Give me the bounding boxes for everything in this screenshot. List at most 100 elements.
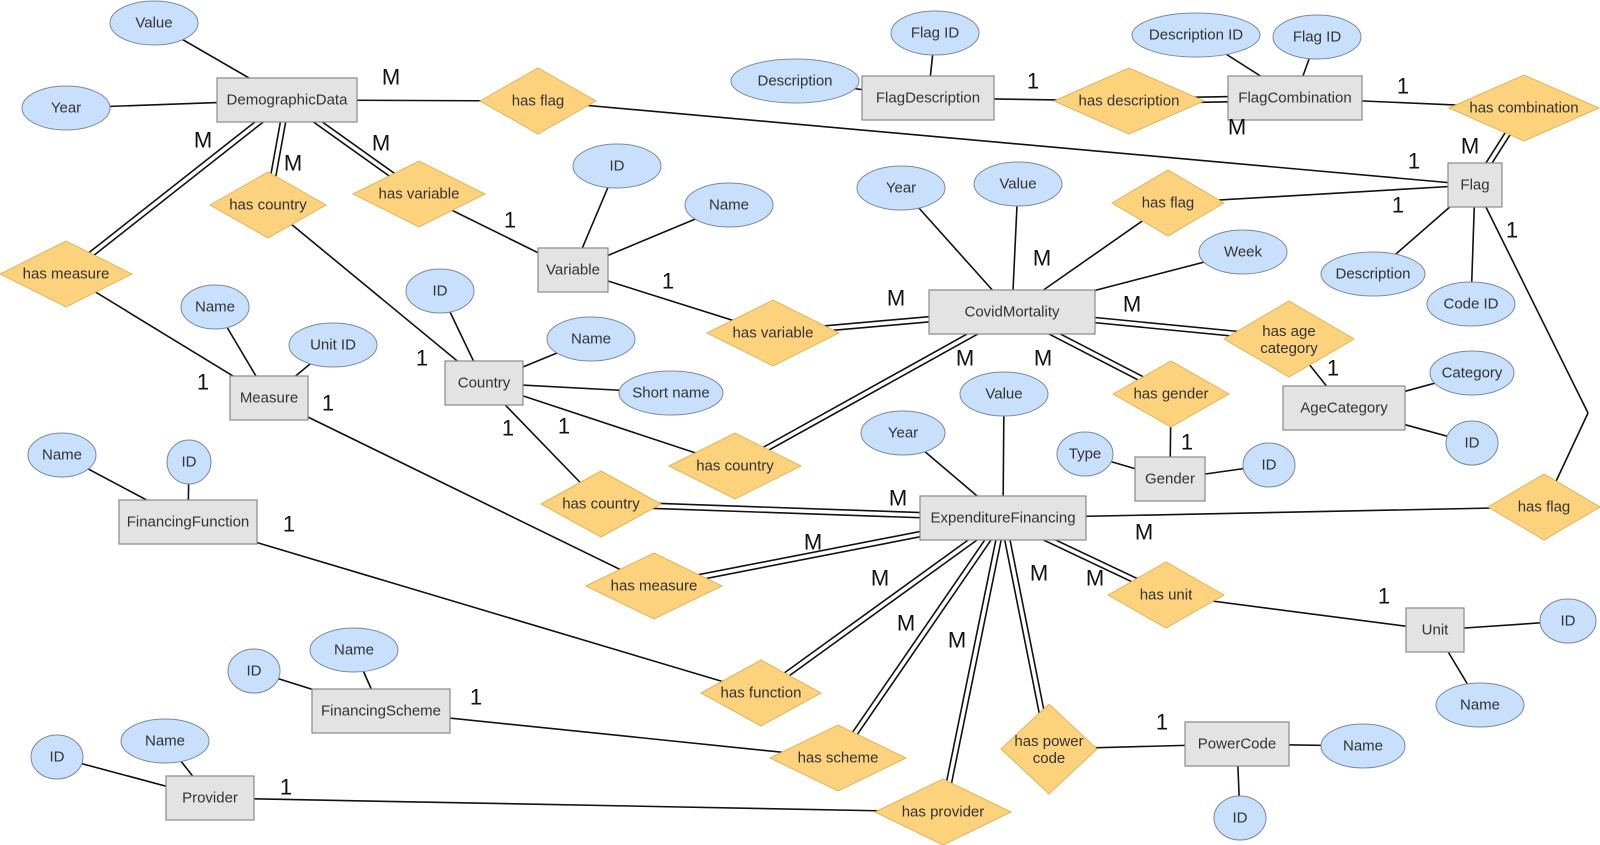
attribute-var-name[interactable]: Name (684, 182, 774, 228)
attribute-label: ID (50, 749, 65, 766)
attribute-un-name[interactable]: Name (1435, 682, 1525, 728)
attribute-label: Description (1335, 266, 1410, 283)
entity-agecategory[interactable]: AgeCategory (1282, 385, 1406, 431)
relationship-r-ef-country[interactable]: has country (539, 470, 663, 538)
attribute-ef-value[interactable]: Value (959, 371, 1049, 417)
entity-label: Variable (546, 262, 600, 279)
relationship-r-ef-flag[interactable]: has flag (1487, 473, 1600, 541)
relationship-label: has country (696, 458, 774, 475)
entity-unit[interactable]: Unit (1405, 607, 1465, 653)
attribute-un-id[interactable]: ID (1539, 598, 1597, 644)
entity-flag[interactable]: Flag (1447, 162, 1503, 208)
attribute-label: Name (1460, 697, 1500, 714)
relationship-label: has country (229, 197, 307, 214)
attribute-co-short[interactable]: Short name (618, 370, 724, 416)
cardinality-label: 1 (280, 775, 292, 800)
attribute-label: ID (1262, 457, 1277, 474)
relationship-edge-many (759, 515, 1005, 696)
relationship-label: has flag (1142, 195, 1195, 212)
cardinality-label: M (948, 628, 966, 653)
attribute-cm-year[interactable]: Year (856, 165, 946, 211)
entity-label: Unit (1422, 622, 1450, 639)
entity-flagdescription[interactable]: FlagDescription (861, 75, 995, 121)
entity-financingfunction[interactable]: FinancingFunction (118, 499, 258, 545)
attribute-ac-id[interactable]: ID (1445, 420, 1499, 466)
attribute-fs-name[interactable]: Name (309, 627, 399, 673)
entity-financingscheme[interactable]: FinancingScheme (311, 688, 451, 734)
attribute-label: Category (1442, 365, 1503, 382)
cardinality-label: 1 (1392, 193, 1404, 218)
attribute-ff-id[interactable]: ID (166, 439, 212, 485)
entity-powercode[interactable]: PowerCode (1184, 721, 1290, 767)
attribute-co-id[interactable]: ID (405, 268, 475, 314)
entity-expenditurefinancing[interactable]: ExpenditureFinancing (919, 495, 1087, 541)
cardinality-label: 1 (197, 370, 209, 395)
attribute-fc-flagid[interactable]: Flag ID (1272, 14, 1362, 60)
attribute-cm-week[interactable]: Week (1198, 229, 1288, 275)
relationship-label: has provider (902, 804, 985, 821)
attribute-ge-type[interactable]: Type (1056, 431, 1114, 477)
attribute-label: ID (182, 454, 197, 471)
entity-demographicdata[interactable]: DemographicData (216, 77, 358, 123)
attribute-fd-flagid[interactable]: Flag ID (890, 10, 980, 56)
attribute-fc-descid[interactable]: Description ID (1131, 12, 1261, 58)
cardinality-label: 1 (283, 512, 295, 537)
relationship-label: has variable (379, 186, 460, 203)
entity-label: CovidMortality (964, 304, 1060, 321)
entity-flagcombination[interactable]: FlagCombination (1227, 75, 1363, 121)
attribute-pc-name[interactable]: Name (1320, 723, 1406, 769)
entity-provider[interactable]: Provider (165, 775, 255, 821)
attribute-var-id[interactable]: ID (572, 143, 662, 189)
relationship-label: has scheme (798, 750, 879, 767)
cardinality-label: 1 (1397, 74, 1409, 99)
attribute-dd-year[interactable]: Year (21, 85, 111, 131)
attribute-fs-id[interactable]: ID (227, 648, 281, 694)
relationship-r-cm-flag[interactable]: has flag (1111, 169, 1225, 237)
attribute-fl-desc[interactable]: Description (1320, 251, 1426, 297)
entity-covidmortality[interactable]: CovidMortality (928, 289, 1096, 335)
relationship-r-ef-provider[interactable]: has provider (873, 778, 1013, 845)
cardinality-label: 1 (558, 414, 570, 439)
attribute-dd-value[interactable]: Value (109, 0, 199, 46)
relationship-r-dd-country[interactable]: has country (208, 171, 328, 239)
entity-gender[interactable]: Gender (1134, 456, 1206, 502)
relationship-edge-many (835, 516, 1006, 760)
attribute-ac-cat[interactable]: Category (1429, 350, 1515, 396)
relationship-r-fc-desc[interactable]: has description (1052, 67, 1206, 135)
cardinality-label: M (956, 346, 974, 371)
relationship-r-ef-unit[interactable]: has unit (1106, 561, 1226, 629)
cardinality-label: M (871, 566, 889, 591)
relationship-r-dd-measure[interactable]: has measure (0, 240, 134, 308)
relationship-r-cm-variable[interactable]: has variable (705, 299, 841, 367)
entity-variable[interactable]: Variable (537, 247, 609, 293)
entity-measure[interactable]: Measure (229, 375, 309, 421)
attribute-fd-desc[interactable]: Description (730, 58, 860, 104)
attribute-me-unitid[interactable]: Unit ID (288, 322, 378, 368)
relationship-label: has variable (733, 325, 814, 342)
attribute-pr-name[interactable]: Name (120, 718, 210, 764)
attribute-cm-value[interactable]: Value (973, 161, 1063, 207)
relationship-r-dd-flag[interactable]: has flag (478, 67, 598, 135)
attribute-ff-name[interactable]: Name (27, 432, 97, 478)
cardinality-label: 1 (1027, 69, 1039, 94)
relationship-r-flag-comb[interactable]: has combination (1447, 74, 1600, 142)
attribute-label: Code ID (1443, 296, 1498, 313)
attribute-pr-id[interactable]: ID (30, 734, 84, 780)
cardinality-label: M (1135, 520, 1153, 545)
relationship-r-ef-power[interactable]: has power code (1000, 703, 1098, 795)
attribute-label: Short name (632, 385, 710, 402)
attribute-me-name[interactable]: Name (180, 284, 250, 330)
entity-country[interactable]: Country (444, 360, 524, 406)
attribute-label: Value (999, 176, 1036, 193)
relationship-r-ef-scheme[interactable]: has scheme (768, 724, 908, 792)
attribute-ef-year[interactable]: Year (860, 410, 946, 456)
attribute-ge-id[interactable]: ID (1242, 442, 1296, 488)
cardinality-label: 1 (1327, 356, 1339, 381)
attribute-fl-codeid[interactable]: Code ID (1426, 281, 1516, 327)
attribute-label: Description (757, 73, 832, 90)
attribute-label: Name (195, 299, 235, 316)
cardinality-label: 1 (502, 416, 514, 441)
attribute-co-name[interactable]: Name (546, 316, 636, 362)
attribute-pc-id[interactable]: ID (1213, 795, 1267, 841)
relationship-r-ef-function[interactable]: has function (699, 659, 823, 727)
